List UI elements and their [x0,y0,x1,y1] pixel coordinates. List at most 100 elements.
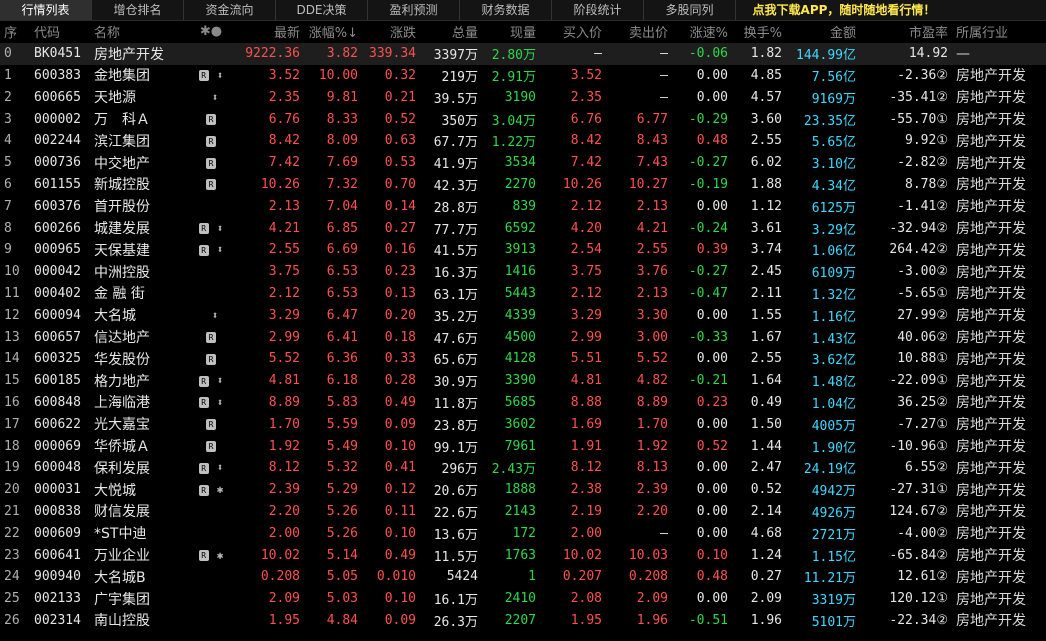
table-row[interactable]: 25 002133 广宇集团 2.09 5.03 0.10 16.1万 2410 2.08 2.0… [0,588,1046,610]
col-pe[interactable]: 市盈率 [860,21,952,43]
turnover: 4.57 [750,89,782,105]
volume: 3397万 [420,42,482,65]
amount: 5.65亿 [811,135,856,151]
volume: 41.5万 [433,244,478,260]
volume: 11.5万 [433,549,478,565]
tab-6[interactable]: 阶段统计 [552,0,644,20]
speed: 0.00 [696,198,728,214]
table-row[interactable]: 11 000402 金 融 街 2.12 6.53 0.13 63.1万 5443 2.12 2.… [0,283,1046,305]
arrow-mark-icon: ⬍ [216,395,224,409]
col-code[interactable]: 代码 [30,21,90,43]
price: 0.208 [260,569,300,585]
pct-change: 6.36 [326,351,358,367]
arrow-mark-icon: ⬍ [216,461,224,475]
col-turnover[interactable]: 换手% [732,21,786,43]
industry: 房地产开发 [956,199,1026,216]
col-index[interactable]: 序 [0,21,30,43]
bid-price: 3.29 [570,307,602,323]
table-row[interactable]: 5 000736 中交地产 R 7.42 7.69 0.53 41.9万 3534 7.42 7.4… [0,152,1046,174]
col-pct-change[interactable]: 涨幅%↓ [304,21,362,43]
table-row[interactable]: 16 600848 上海临港 R ⬍ 8.89 5.83 0.49 11.8万 5685 8.88 8… [0,392,1046,414]
pe-ratio: -35.41② [889,89,948,105]
ask-price: 8.43 [636,133,668,149]
col-amount[interactable]: 金额 [786,21,860,43]
col-price[interactable]: 最新 [232,21,304,43]
table-row[interactable]: 22 000609 *ST中迪 2.00 5.26 0.10 13.6万 172 2.00 — 0.… [0,522,1046,544]
pct-change: 5.49 [326,438,358,454]
table-row[interactable]: 12 600094 大名城 ⬍ 3.29 6.47 0.20 35.2万 4339 3.29 3.3… [0,304,1046,326]
tab-1[interactable]: 增仓排名 [92,0,184,20]
col-ask[interactable]: 卖出价 [606,21,672,43]
col-speed[interactable]: 涨速% [672,21,732,43]
table-row[interactable]: 4 002244 滨江集团 R 8.42 8.09 0.63 67.7万 1.22万 8.42 8.… [0,130,1046,152]
table-row[interactable]: 9 000965 天保基建 R ⬍ 2.55 6.69 0.16 41.5万 3913 2.54 2.… [0,239,1046,261]
tab-2[interactable]: 资金流向 [184,0,276,20]
tab-4[interactable]: 盈利预测 [368,0,460,20]
pct-change: 6.69 [326,242,358,258]
table-row[interactable]: 20 000031 大悦城 R ✱ 2.39 5.29 0.12 20.6万 1888 2.38 2.… [0,479,1046,501]
table-row[interactable]: 24 900940 大名城B 0.208 5.05 0.010 5424 1 0.207 0.20… [0,566,1046,588]
change: 0.16 [384,242,416,258]
table-row[interactable]: 8 600266 城建发展 R ⬍ 4.21 6.85 0.27 77.7万 6592 4.20 4.… [0,217,1046,239]
table-row[interactable]: 10 000042 中洲控股 3.75 6.53 0.23 16.3万 1416 3.75 3.7… [0,261,1046,283]
table-row[interactable]: 18 000069 华侨城Ａ R 1.92 5.49 0.10 99.1万 7961 1.91 1.… [0,435,1046,457]
col-current-volume[interactable]: 现量 [482,21,540,43]
pct-change: 8.33 [326,111,358,127]
table-row[interactable]: 7 600376 首开股份 2.13 7.04 0.14 28.8万 839 2.12 2.13 0… [0,195,1046,217]
row-index: 20 [4,482,20,498]
amount: 4005万 [811,418,856,434]
table-row[interactable]: 15 600185 格力地产 R ⬍ 4.81 6.18 0.28 30.9万 3390 4.81 4… [0,370,1046,392]
speed: 0.00 [696,307,728,323]
ask-price: 8.89 [636,394,668,410]
price: 7.42 [268,155,300,171]
col-change[interactable]: 涨跌 [362,21,420,43]
price: 2.99 [268,329,300,345]
price: 2.12 [268,285,300,301]
col-marks[interactable]: ✱● [190,21,232,43]
pct-change: 5.26 [326,503,358,519]
table-row[interactable]: 21 000838 财信发展 2.20 5.26 0.11 22.6万 2143 2.19 2.2… [0,501,1046,523]
stock-name: 格力地产 [94,373,150,390]
current-volume: 7961 [504,438,536,454]
col-volume[interactable]: 总量 [420,21,482,43]
stock-marks: R ⬍ [190,65,232,87]
table-row[interactable]: 1 600383 金地集团 R ⬍ 3.52 10.00 0.32 219万 2.91万 3.52—… [0,65,1046,87]
table-row[interactable]: 19 600048 保利发展 R ⬍ 8.12 5.32 0.41 296万 2.43万 8.12 8… [0,457,1046,479]
bid-price: 1.95 [570,612,602,628]
table-row[interactable]: 26 002314 南山控股 1.95 4.84 0.09 26.3万 2207 1.95 1.9… [0,610,1046,632]
table-row[interactable]: 3 000002 万 科Ａ R 6.76 8.33 0.52 350万 3.04万 6.76 6.7… [0,108,1046,130]
arrow-mark-icon: ⬍ [211,308,219,322]
tab-0[interactable]: 行情列表 [0,0,92,20]
stock-marks: R ⬍ [190,239,232,261]
col-industry[interactable]: 所属行业 [952,21,1046,43]
change: 0.49 [384,547,416,563]
stock-name: 信达地产 [94,330,150,347]
table-row[interactable]: 2 600665 天地源 ⬍ 2.35 9.81 0.21 39.5万 3190 2.35 — 0.0… [0,86,1046,108]
stock-code: 600266 [34,220,81,236]
table-row[interactable]: 17 600622 光大嘉宝 R 1.70 5.59 0.09 23.8万 3602 1.69 1.… [0,413,1046,435]
table-row[interactable]: 13 600657 信达地产 R 2.99 6.41 0.18 47.6万 4500 2.99 3.… [0,326,1046,348]
col-bid[interactable]: 买入价 [540,21,606,43]
amount: 3.10亿 [811,157,856,173]
speed: 0.00 [696,416,728,432]
tab-3[interactable]: DDE决策 [276,0,368,20]
download-app-link[interactable]: 点我下载APP，随时随地看行情！ [736,0,952,20]
tab-5[interactable]: 财务数据 [460,0,552,20]
amount: 5101万 [811,614,856,630]
volume: 5424 [446,569,478,585]
col-name[interactable]: 名称 [90,21,190,43]
row-index: 18 [4,438,20,454]
tab-7[interactable]: 多股同列 [644,0,736,20]
row-index: 5 [4,155,12,171]
amount: 6125万 [811,200,856,216]
table-row[interactable]: 0 BK0451 房地产开发 9222.36 3.82 339.34 3397万 2.80万 —… [0,42,1046,65]
change: 0.10 [384,591,416,607]
table-row[interactable]: 14 600325 华发股份 R 5.52 6.36 0.33 65.6万 4128 5.51 5.… [0,348,1046,370]
current-volume: 3602 [504,416,536,432]
volume: 42.3万 [433,178,478,194]
tab-bar: 行情列表 增仓排名 资金流向 DDE决策 盈利预测 财务数据 阶段统计 多股同列 点我下载APP… [0,0,1046,21]
stock-code: 002244 [34,133,81,149]
table-row[interactable]: 6 601155 新城控股 R 10.26 7.32 0.70 42.3万 2270 10.26 1… [0,174,1046,196]
table-row[interactable]: 23 600641 万业企业 R ✱ 10.02 5.14 0.49 11.5万 1763 10.0… [0,544,1046,566]
ask-price: 3.30 [636,307,668,323]
